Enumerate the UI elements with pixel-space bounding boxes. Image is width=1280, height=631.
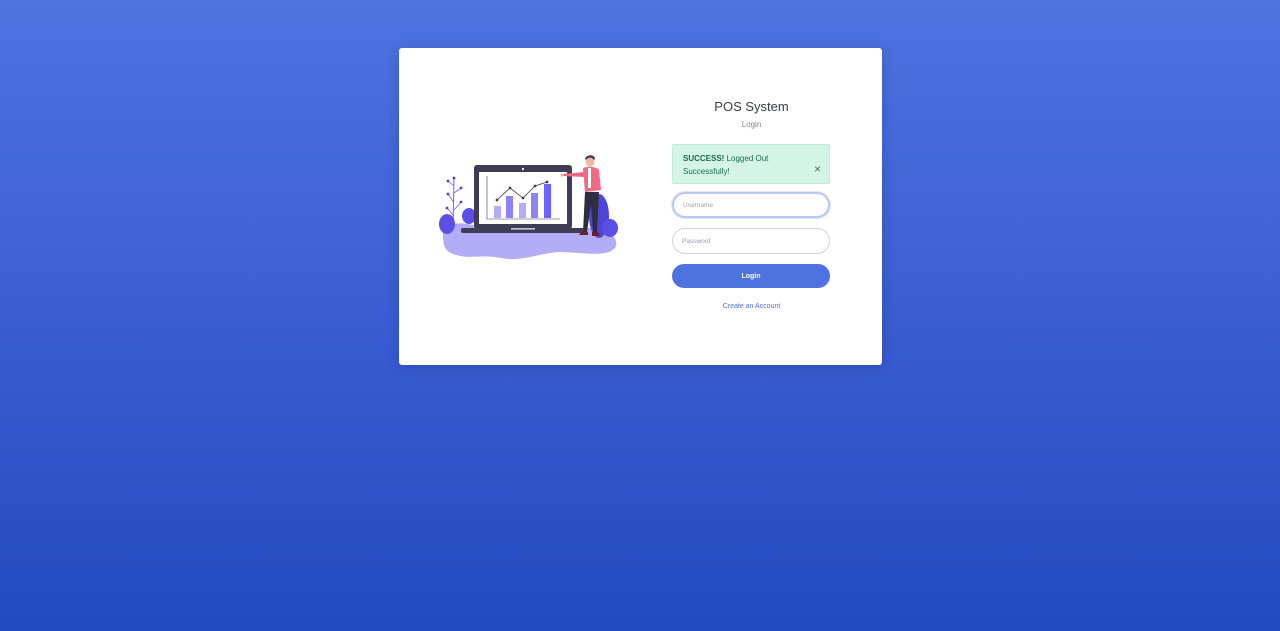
create-account-link[interactable]: Create an Account	[672, 303, 831, 310]
app-title: POS System	[714, 99, 789, 114]
login-button[interactable]: Login	[672, 264, 830, 288]
password-input[interactable]	[672, 228, 830, 254]
close-icon[interactable]: ×	[814, 163, 821, 175]
alert-strong: SUCCESS!	[683, 154, 725, 163]
username-input[interactable]	[672, 192, 830, 218]
analytics-presentation-illustration	[439, 155, 618, 260]
login-card: POS System Login SUCCESS! Logged Out Suc…	[399, 48, 882, 365]
success-alert: SUCCESS! Logged Out Successfully! ×	[672, 144, 830, 184]
page-subtitle: Login	[741, 120, 762, 129]
